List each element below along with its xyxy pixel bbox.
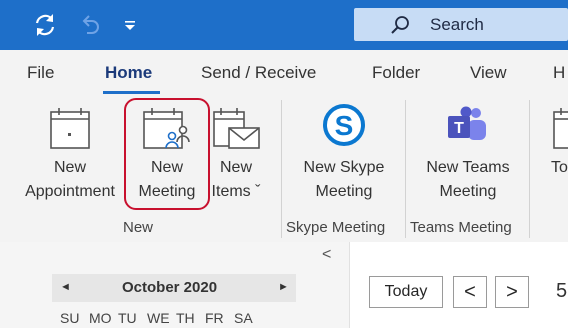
ribbon-tabs: File Home Send / Receive Folder View H bbox=[0, 50, 568, 94]
tab-home[interactable]: Home bbox=[105, 63, 152, 83]
title-bar: Search bbox=[0, 0, 568, 50]
today-button[interactable]: Today bbox=[369, 276, 443, 308]
calendar-icon bbox=[50, 108, 90, 149]
undo-icon[interactable] bbox=[76, 0, 104, 50]
search-label: Search bbox=[430, 15, 484, 34]
group-label-skype-meeting: Skype Meeting bbox=[286, 219, 386, 236]
new-items-label-line1: New bbox=[219, 159, 252, 176]
weekday-label: SU bbox=[60, 310, 80, 326]
skype-icon: S bbox=[323, 104, 365, 146]
tab-send-receive[interactable]: Send / Receive bbox=[201, 63, 316, 83]
sync-icon[interactable] bbox=[30, 0, 60, 50]
today-label: Today bbox=[384, 283, 428, 300]
weekday-label: FR bbox=[205, 310, 224, 326]
group-label-new: New bbox=[123, 219, 154, 236]
new-appointment-label-line1: New bbox=[53, 159, 86, 176]
weekday-label: MO bbox=[89, 310, 112, 326]
new-items-button[interactable]: New Items ˇ bbox=[208, 100, 264, 208]
next-month-icon[interactable]: ► bbox=[278, 281, 289, 293]
tab-view[interactable]: View bbox=[470, 63, 507, 83]
weekday-label: WE bbox=[147, 310, 170, 326]
weekday-header: SU MO TU WE TH FR SA bbox=[60, 310, 263, 326]
search-box[interactable]: Search bbox=[354, 8, 568, 41]
new-meeting-highlight bbox=[124, 98, 210, 210]
svg-text:S: S bbox=[335, 110, 354, 141]
group-separator bbox=[529, 100, 530, 238]
chevron-right-icon: > bbox=[506, 280, 518, 303]
calendar-icon bbox=[553, 108, 568, 149]
new-appointment-button[interactable]: New Appointment bbox=[14, 100, 126, 210]
weekday-label: TU bbox=[118, 310, 137, 326]
group-separator bbox=[405, 100, 406, 238]
date-range-heading-truncated: 5 bbox=[556, 280, 568, 302]
group-separator bbox=[281, 100, 282, 238]
tab-file[interactable]: File bbox=[27, 63, 54, 83]
search-icon bbox=[388, 0, 412, 50]
weekday-label: TH bbox=[176, 310, 195, 326]
weekday-label: SA bbox=[234, 310, 253, 326]
new-items-icon bbox=[213, 108, 260, 149]
chevron-left-icon: < bbox=[464, 280, 476, 303]
new-appointment-label-line2: Appointment bbox=[25, 183, 115, 200]
to-do-label-truncated: To bbox=[551, 159, 568, 176]
tab-help-truncated[interactable]: H bbox=[553, 63, 565, 83]
month-label: October 2020 bbox=[122, 279, 218, 296]
new-skype-meeting-label-line1: New Skype bbox=[303, 159, 385, 176]
tab-folder[interactable]: Folder bbox=[372, 63, 420, 83]
to-do-button-truncated[interactable]: To bbox=[538, 100, 568, 208]
teams-icon: T bbox=[448, 106, 486, 140]
previous-period-button[interactable]: < bbox=[453, 276, 487, 308]
new-skype-meeting-label-line2: Meeting bbox=[315, 183, 373, 200]
quick-access-dropdown-icon[interactable] bbox=[120, 0, 140, 50]
group-label-teams-meeting: Teams Meeting bbox=[410, 219, 512, 236]
new-teams-meeting-label-line1: New Teams bbox=[426, 159, 510, 176]
prev-month-icon[interactable]: ◄ bbox=[60, 281, 71, 293]
new-items-label-line2: Items ˇ bbox=[211, 183, 261, 200]
month-navigator: ◄ October 2020 ► bbox=[52, 274, 296, 302]
new-teams-meeting-button[interactable]: T New Teams Meeting bbox=[408, 100, 528, 208]
svg-text:T: T bbox=[454, 120, 464, 137]
collapse-pane-icon[interactable]: < bbox=[322, 246, 331, 264]
next-period-button[interactable]: > bbox=[495, 276, 529, 308]
new-teams-meeting-label-line2: Meeting bbox=[439, 183, 497, 200]
new-skype-meeting-button[interactable]: S New Skype Meeting bbox=[286, 100, 402, 208]
